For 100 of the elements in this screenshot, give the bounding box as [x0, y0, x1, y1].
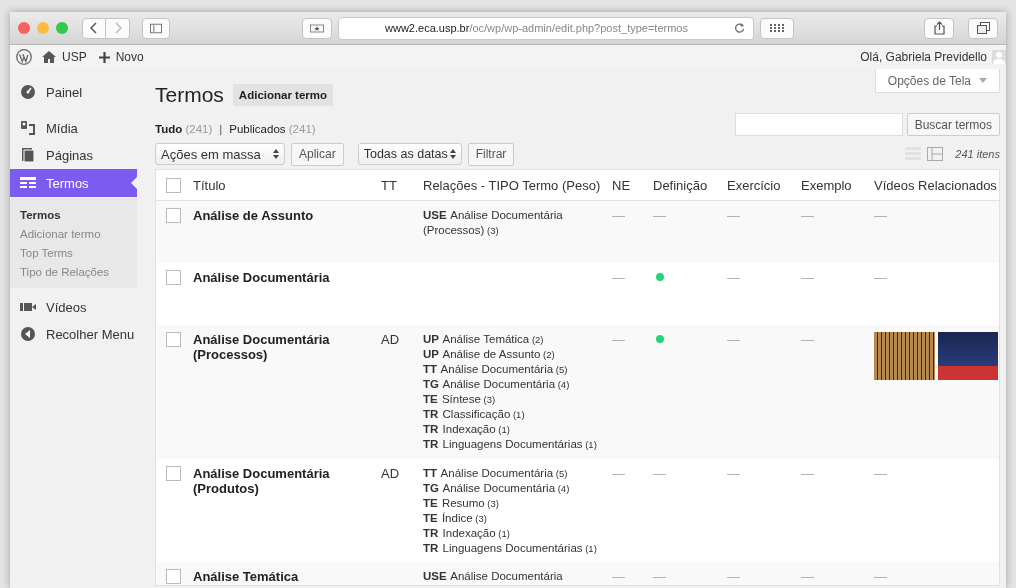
- relation-text: TG Análise Documentária (4): [423, 480, 571, 496]
- table-cell: —: [653, 208, 666, 223]
- term-title-link[interactable]: Análise Temática: [193, 568, 379, 584]
- table-cell: —: [874, 568, 887, 584]
- menu-item[interactable]: Recolher Menu: [10, 321, 137, 347]
- relation-text: TG Análise Documentária (4): [423, 376, 571, 392]
- column-header[interactable]: Definição: [653, 177, 708, 193]
- relation-text: TR Classificação (1): [423, 406, 526, 422]
- table-cell: —: [653, 465, 666, 481]
- grid-button[interactable]: [760, 17, 794, 39]
- submenu-item[interactable]: Termos: [10, 206, 137, 225]
- minimize-button[interactable]: [37, 22, 49, 34]
- tabs-icon: [976, 22, 990, 34]
- column-header[interactable]: Título: [193, 177, 226, 193]
- relation-text: UP Análise Temática (2): [423, 331, 545, 347]
- table-cell: —: [801, 568, 814, 584]
- menu-item[interactable]: Vídeos: [10, 294, 137, 320]
- table-cell: —: [727, 208, 740, 223]
- table-cell: —: [874, 269, 887, 285]
- filter-button[interactable]: Filtrar: [467, 142, 515, 166]
- up-down-arrows-icon: [449, 149, 456, 159]
- term-title-link[interactable]: Análise de Assunto: [193, 208, 379, 223]
- term-title-link[interactable]: Análise Documentária (Processos): [193, 331, 379, 362]
- tabs-button[interactable]: [968, 17, 998, 39]
- filter-link[interactable]: Tudo (241): [155, 123, 213, 135]
- relation-text: TR Linguagens Documentárias (1): [423, 436, 598, 452]
- table-cell: —: [801, 208, 814, 223]
- apply-button[interactable]: Aplicar: [291, 142, 344, 166]
- column-header[interactable]: TT: [381, 177, 397, 193]
- account-link[interactable]: Olá, Gabriela Previdello: [860, 50, 1006, 64]
- relation-text: TT Análise Documentária (5): [423, 361, 569, 377]
- row-checkbox[interactable]: [166, 331, 181, 347]
- menu-item[interactable]: Termos: [10, 169, 137, 197]
- add-term-button[interactable]: Adicionar termo: [232, 84, 334, 106]
- camera-icon: [20, 120, 36, 136]
- relation-text: TR Linguagens Documentárias (1): [423, 540, 598, 556]
- row-checkbox[interactable]: [166, 465, 181, 481]
- row-checkbox[interactable]: [166, 269, 181, 285]
- chevron-left-icon: [90, 22, 98, 34]
- table-cell: —: [874, 465, 887, 481]
- column-header[interactable]: Exercício: [727, 177, 781, 193]
- table-cell: —: [801, 465, 814, 481]
- relation-text: TR Indexação (1): [423, 525, 511, 541]
- pages-icon: [20, 147, 36, 163]
- relation-text: TR Indexação (1): [423, 421, 511, 437]
- table-cell: AD: [381, 465, 400, 481]
- new-link[interactable]: Novo: [98, 50, 144, 64]
- menu-item[interactable]: Mídia: [10, 115, 137, 141]
- plus-icon: [98, 51, 110, 63]
- separator-text: |: [219, 123, 223, 135]
- forward-button[interactable]: [106, 17, 130, 39]
- caret-icon: [979, 78, 987, 83]
- search-field[interactable]: [734, 113, 903, 136]
- row-checkbox[interactable]: [166, 208, 181, 223]
- table-cell: —: [653, 568, 666, 584]
- close-button[interactable]: [18, 22, 30, 34]
- video-thumbnail-placeholder[interactable]: [874, 331, 935, 380]
- table-cell: —: [727, 465, 740, 481]
- sidebar-icon: [150, 22, 162, 34]
- site-link[interactable]: USP: [42, 50, 87, 64]
- share-button[interactable]: [924, 17, 954, 39]
- reader-button[interactable]: [302, 17, 332, 39]
- share-icon: [933, 21, 945, 35]
- reload-icon[interactable]: [734, 22, 745, 34]
- home-icon: [42, 51, 56, 63]
- bulk-actions-select[interactable]: Ações em massa: [155, 143, 285, 165]
- item-count: 241 itens: [955, 148, 1000, 160]
- column-header[interactable]: Relações - TIPO Termo (Peso): [423, 177, 601, 193]
- select-all-checkbox[interactable]: [166, 177, 181, 193]
- menu-item[interactable]: Painel: [10, 79, 137, 105]
- row-checkbox[interactable]: [166, 568, 181, 584]
- menu-item[interactable]: Páginas: [10, 142, 137, 168]
- screen-options-tab[interactable]: Opções de Tela: [874, 69, 1000, 93]
- zoom-button[interactable]: [56, 22, 68, 34]
- table-cell: —: [612, 269, 625, 285]
- column-header[interactable]: Vídeos Relacionados: [874, 177, 997, 193]
- search-button[interactable]: Buscar termos: [906, 113, 1000, 136]
- relation-text: TE Resumo (3): [423, 495, 500, 511]
- excerpt-view-icon[interactable]: [927, 147, 944, 161]
- relation-text: USE Análise Documentária: [423, 568, 564, 584]
- table-cell: —: [612, 568, 625, 584]
- term-title-link[interactable]: Análise Documentária (Produtos): [193, 465, 379, 496]
- column-header[interactable]: Exemplo: [801, 177, 852, 193]
- back-button[interactable]: [82, 17, 106, 39]
- column-header[interactable]: NE: [612, 177, 631, 193]
- wordpress-logo-icon[interactable]: [16, 49, 32, 65]
- video-thumbnail-placeholder[interactable]: [937, 331, 998, 380]
- relation-text: TE Síntese (3): [423, 391, 497, 407]
- term-title-link[interactable]: Análise Documentária: [193, 269, 379, 285]
- relation-text: TE Índice (3): [423, 510, 488, 526]
- gauge-icon: [20, 84, 36, 100]
- table-cell: AD: [381, 331, 400, 347]
- relation-text: UP Análise de Assunto (2): [423, 346, 556, 362]
- address-bar[interactable]: www2.eca.usp.br/oc/wp/wp-admin/edit.php?post_type=termos: [338, 16, 754, 40]
- table-cell: —: [727, 331, 740, 347]
- table-cell: —: [612, 331, 625, 347]
- filter-link[interactable]: Publicados (241): [229, 123, 316, 135]
- sidebar-toggle-button[interactable]: [142, 17, 170, 39]
- date-filter-select[interactable]: Todas as datas: [357, 143, 462, 165]
- table-cell: —: [612, 208, 625, 223]
